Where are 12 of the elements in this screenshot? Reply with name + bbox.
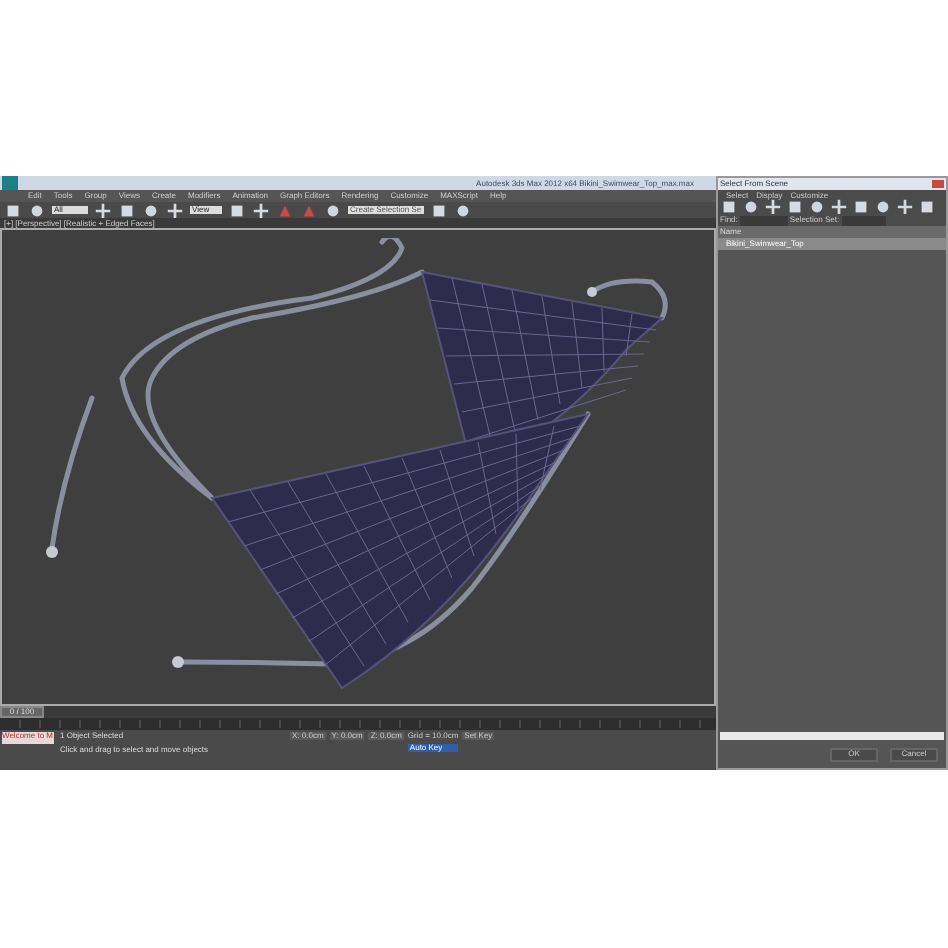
toolbar-tool-icon[interactable] xyxy=(918,198,936,216)
toolbar-tool-icon[interactable] xyxy=(830,198,848,216)
toolbar-tool-icon[interactable] xyxy=(252,201,270,219)
toolbar-tool-icon[interactable] xyxy=(228,201,246,219)
toolbar-tool-icon[interactable] xyxy=(764,198,782,216)
timeline-track[interactable] xyxy=(0,718,716,730)
selection-set-field[interactable] xyxy=(841,215,886,225)
toolbar-tool-icon[interactable] xyxy=(896,198,914,216)
horizontal-scrollbar[interactable] xyxy=(720,732,944,740)
find-field[interactable] xyxy=(739,215,788,225)
toolbar-tool-icon[interactable] xyxy=(94,201,112,219)
toolbar-tool-icon[interactable] xyxy=(166,201,184,219)
